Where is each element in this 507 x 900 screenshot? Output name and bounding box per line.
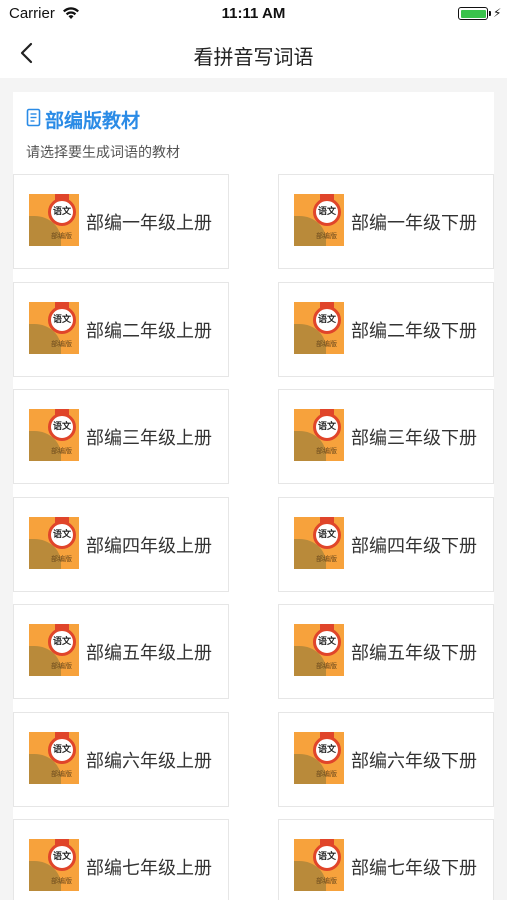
textbook-label: 部编七年级下册	[351, 858, 477, 879]
textbook-label: 部编七年级上册	[86, 858, 212, 879]
cover-badge: 语文	[313, 198, 341, 226]
textbook-label: 部编四年级上册	[86, 536, 212, 557]
battery-tip	[489, 11, 491, 16]
cover-badge: 语文	[313, 843, 341, 871]
cover-badge: 语文	[48, 521, 76, 549]
battery-icon	[458, 7, 488, 20]
cover-tag: 部编版	[316, 662, 337, 670]
textbook-card[interactable]: 语文 部编版 部编六年级上册	[13, 712, 229, 807]
navigation-bar: 看拼音写词语	[0, 28, 507, 78]
textbook-label: 部编一年级上册	[86, 213, 212, 234]
textbook-card[interactable]: 语文 部编版 部编七年级下册	[278, 819, 494, 900]
textbook-card[interactable]: 语文 部编版 部编四年级下册	[278, 497, 494, 592]
textbook-card[interactable]: 语文 部编版 部编六年级下册	[278, 712, 494, 807]
textbook-cover-image: 语文 部编版	[294, 839, 344, 891]
textbook-cover-image: 语文 部编版	[294, 194, 344, 246]
textbook-card[interactable]: 语文 部编版 部编二年级下册	[278, 282, 494, 377]
book-icon	[26, 108, 41, 127]
textbook-label: 部编六年级下册	[351, 751, 477, 772]
textbook-card[interactable]: 语文 部编版 部编二年级上册	[13, 282, 229, 377]
textbook-cover-image: 语文 部编版	[294, 302, 344, 354]
textbook-label: 部编五年级上册	[86, 643, 212, 664]
textbook-label: 部编三年级下册	[351, 428, 477, 449]
cover-badge: 语文	[48, 843, 76, 871]
textbook-cover-image: 语文 部编版	[29, 839, 79, 891]
cover-tag: 部编版	[51, 447, 72, 455]
cover-tag: 部编版	[51, 877, 72, 885]
cover-tag: 部编版	[316, 877, 337, 885]
status-bar: Carrier 11:11 AM ⚡	[0, 0, 507, 28]
cover-badge: 语文	[313, 628, 341, 656]
textbook-cover-image: 语文 部编版	[294, 732, 344, 784]
textbook-label: 部编一年级下册	[351, 213, 477, 234]
cover-tag: 部编版	[316, 770, 337, 778]
cover-tag: 部编版	[51, 770, 72, 778]
cover-tag: 部编版	[316, 555, 337, 563]
cover-badge: 语文	[48, 198, 76, 226]
cover-tag: 部编版	[51, 340, 72, 348]
textbook-label: 部编二年级下册	[351, 321, 477, 342]
section-subtitle: 请选择要生成词语的教材	[26, 145, 180, 161]
textbook-cover-image: 语文 部编版	[294, 517, 344, 569]
section-title: 部编版教材	[45, 110, 141, 132]
textbook-label: 部编四年级下册	[351, 536, 477, 557]
textbook-card[interactable]: 语文 部编版 部编五年级上册	[13, 604, 229, 699]
cover-badge: 语文	[313, 736, 341, 764]
cover-tag: 部编版	[51, 555, 72, 563]
cover-badge: 语文	[313, 306, 341, 334]
page-title: 看拼音写词语	[193, 45, 314, 69]
textbook-card[interactable]: 语文 部编版 部编三年级下册	[278, 389, 494, 484]
textbook-cover-image: 语文 部编版	[29, 732, 79, 784]
textbook-cover-image: 语文 部编版	[29, 517, 79, 569]
cover-badge: 语文	[313, 413, 341, 441]
cover-badge: 语文	[313, 521, 341, 549]
textbook-label: 部编六年级上册	[86, 751, 212, 772]
textbook-label: 部编三年级上册	[86, 428, 212, 449]
cover-badge: 语文	[48, 306, 76, 334]
cover-tag: 部编版	[51, 232, 72, 240]
cover-tag: 部编版	[316, 340, 337, 348]
textbook-cover-image: 语文 部编版	[29, 302, 79, 354]
clock: 11:11 AM	[221, 5, 286, 22]
textbook-cover-image: 语文 部编版	[294, 624, 344, 676]
cover-tag: 部编版	[316, 447, 337, 455]
charging-icon: ⚡	[493, 6, 502, 20]
textbook-label: 部编五年级下册	[351, 643, 477, 664]
textbook-card[interactable]: 语文 部编版 部编一年级上册	[13, 174, 229, 269]
textbook-cover-image: 语文 部编版	[29, 409, 79, 461]
battery-level	[460, 9, 486, 18]
textbook-label: 部编二年级上册	[86, 321, 212, 342]
textbook-card[interactable]: 语文 部编版 部编四年级上册	[13, 497, 229, 592]
cover-badge: 语文	[48, 736, 76, 764]
cover-badge: 语文	[48, 413, 76, 441]
textbook-card[interactable]: 语文 部编版 部编七年级上册	[13, 819, 229, 900]
textbook-cover-image: 语文 部编版	[29, 624, 79, 676]
textbook-cover-image: 语文 部编版	[294, 409, 344, 461]
textbook-card[interactable]: 语文 部编版 部编五年级下册	[278, 604, 494, 699]
cover-badge: 语文	[48, 628, 76, 656]
cover-tag: 部编版	[316, 232, 337, 240]
textbook-cover-image: 语文 部编版	[29, 194, 79, 246]
textbook-card[interactable]: 语文 部编版 部编三年级上册	[13, 389, 229, 484]
cover-tag: 部编版	[51, 662, 72, 670]
textbook-card[interactable]: 语文 部编版 部编一年级下册	[278, 174, 494, 269]
